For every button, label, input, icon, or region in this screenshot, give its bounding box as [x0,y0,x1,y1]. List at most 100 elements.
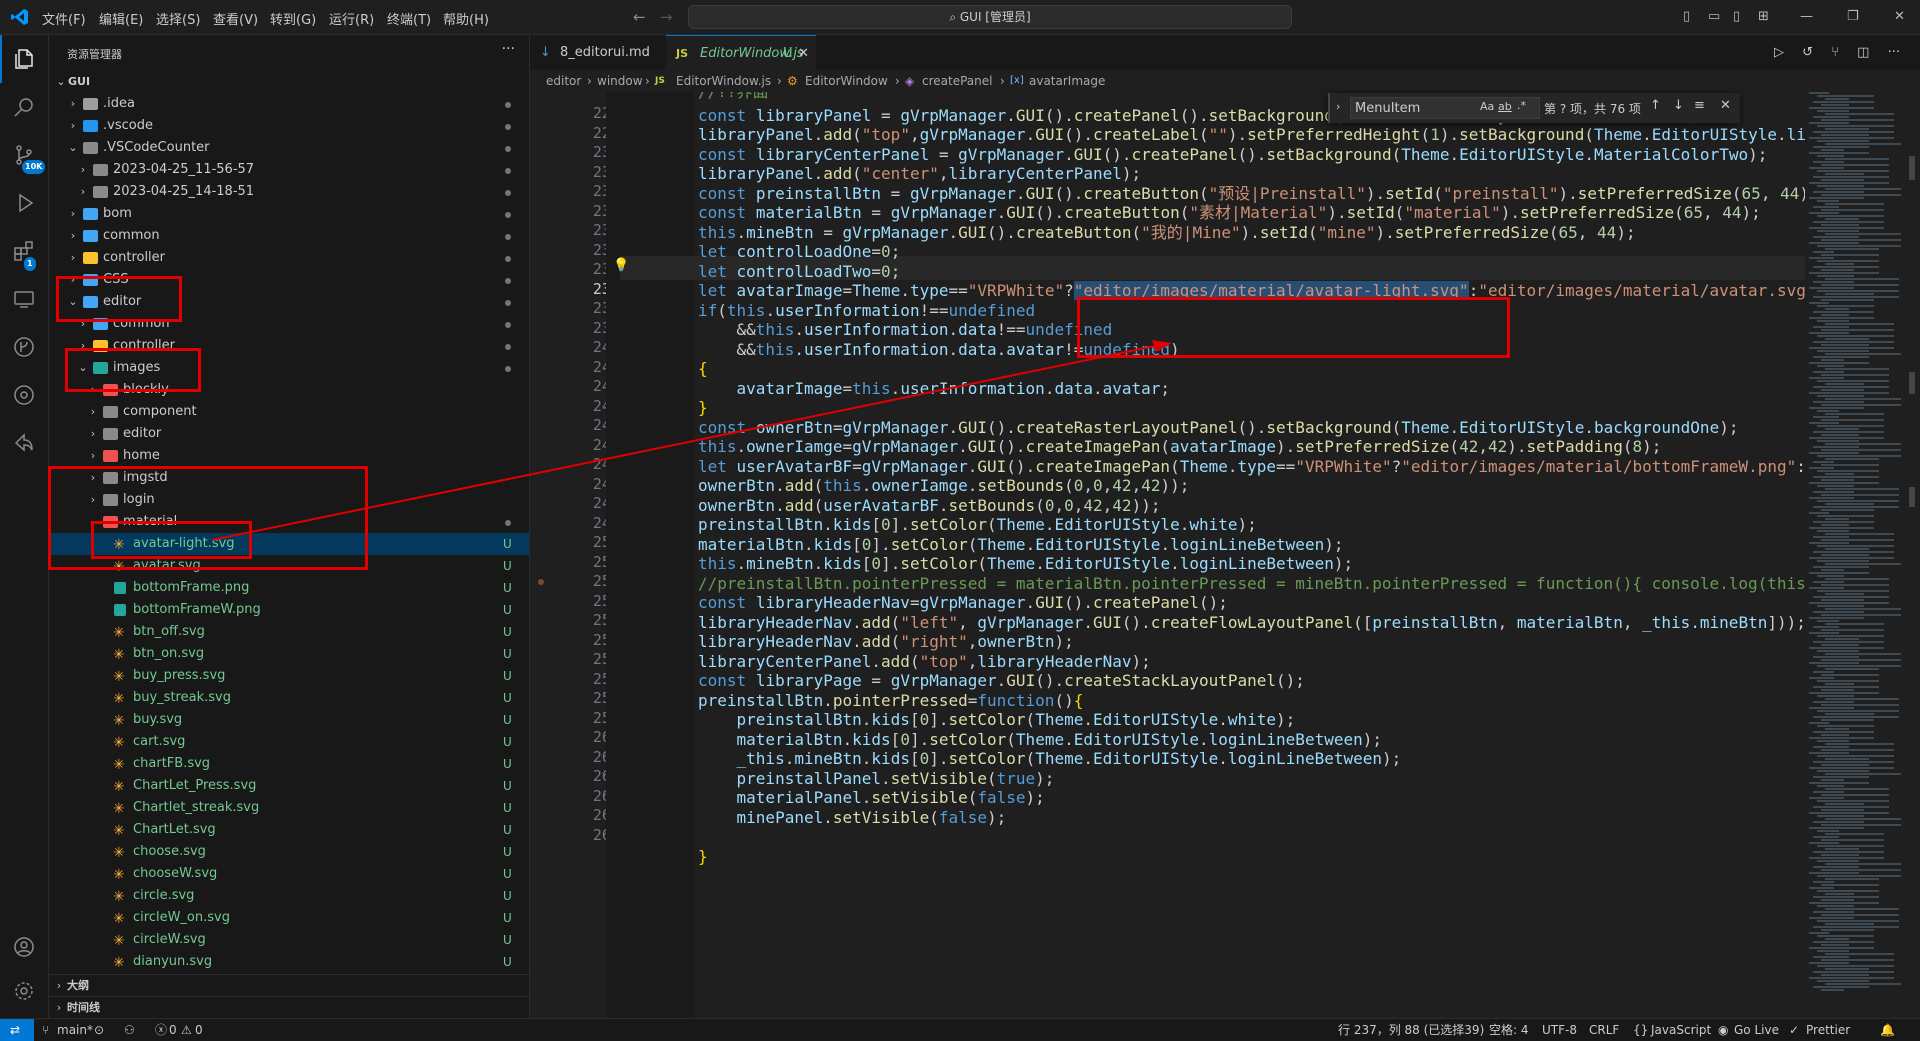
folder-item[interactable]: › editor [49,423,529,445]
tab-editorwindow-js[interactable]: JS EditorWindow.js U ✕ [666,35,816,71]
end-of-line[interactable]: CRLF [1589,1019,1619,1041]
encoding[interactable]: UTF-8 [1542,1019,1577,1041]
menu-selection[interactable]: 选择(S) [156,9,200,28]
warning-count[interactable]: 0 [195,1019,203,1041]
close-find-icon[interactable]: ✕ [1720,98,1731,113]
command-center[interactable]: ⌕ GUI [管理员] [688,5,1292,29]
restore-icon[interactable]: ❐ [1847,9,1859,24]
file-item[interactable]: ✳ Chartlet_streak.svg U [49,797,529,819]
remote-explorer-icon[interactable] [12,287,36,311]
folder-item[interactable]: › .vscode [49,115,529,137]
folder-item[interactable]: ⌄ .VSCodeCounter [49,137,529,159]
folder-item[interactable]: › common [49,313,529,335]
file-item[interactable]: ✳ cart.svg U [49,731,529,753]
folder-item[interactable]: › CSS [49,269,529,291]
go-live-button[interactable]: Go Live [1734,1019,1779,1041]
forward-arrow-icon[interactable]: → [660,8,673,26]
folder-item[interactable]: › blockly [49,379,529,401]
language-mode[interactable]: JavaScript [1651,1019,1711,1041]
folder-item[interactable]: › bom [49,203,529,225]
tab-editorui-md[interactable]: ↓ 8_editorui.md [530,35,665,70]
menu-edit[interactable]: 编辑(E) [99,9,143,28]
toggle-panel-icon[interactable]: ▭ [1708,9,1720,24]
match-case-toggle[interactable]: Aa [1480,100,1494,113]
folder-item[interactable]: ⌄ editor [49,291,529,313]
file-item[interactable]: ✳ avatar-light.svg U [49,533,529,555]
toggle-secondary-sidebar-icon[interactable]: ▯ [1733,9,1740,24]
accounts-icon[interactable] [12,935,36,959]
indentation[interactable]: 空格: 4 [1489,1019,1529,1041]
folder-item[interactable]: › 2023-04-25_11-56-57 [49,159,529,181]
folder-item[interactable]: › component [49,401,529,423]
workspace-root[interactable]: ⌄ GUI [49,71,529,93]
close-window-icon[interactable]: ✕ [1894,9,1905,24]
regex-toggle[interactable]: .* [1517,99,1526,112]
file-item[interactable]: ✳ chartFB.svg U [49,753,529,775]
extension-status-icon[interactable]: ⚇ [124,1019,135,1041]
scrollbar-thumb[interactable] [1909,156,1915,180]
file-item[interactable]: ✳ circleW_on.svg U [49,907,529,929]
notifications-icon[interactable]: 🔔 [1880,1019,1895,1041]
breadcrumb-item[interactable]: avatarImage [1029,70,1105,92]
breadcrumb-item[interactable]: EditorWindow.js [676,70,771,92]
lightbulb-icon[interactable]: 💡 [613,258,629,273]
error-count[interactable]: 0 [169,1019,177,1041]
folder-item[interactable]: ⌄ material [49,511,529,533]
prettier-button[interactable]: Prettier [1806,1019,1850,1041]
folder-item[interactable]: › common [49,225,529,247]
file-item[interactable]: ✳ circleW.svg U [49,929,529,951]
file-item[interactable]: ✳ buy_streak.svg U [49,687,529,709]
breadcrumb-item[interactable]: EditorWindow [805,70,888,92]
menu-run[interactable]: 运行(R) [329,9,374,28]
remote-indicator[interactable]: ⇄ [0,1019,34,1041]
next-match-icon[interactable]: ↓ [1673,98,1684,113]
file-item[interactable]: ✳ circle.svg U [49,885,529,907]
folder-item[interactable]: › login [49,489,529,511]
folder-item[interactable]: › controller [49,335,529,357]
vertical-scrollbar[interactable] [1905,92,1920,1018]
whole-word-toggle[interactable]: ab [1498,100,1512,113]
menu-file[interactable]: 文件(F) [42,9,86,28]
breadcrumb-item[interactable]: window [597,70,643,92]
file-item[interactable]: ✳ avatar.svg U [49,555,529,577]
previous-match-icon[interactable]: ↑ [1650,98,1661,113]
find-in-selection-icon[interactable]: ≡ [1694,98,1705,113]
split-editor-icon[interactable]: ◫ [1857,45,1869,60]
menu-help[interactable]: 帮助(H) [443,9,489,28]
minimap[interactable] [1805,92,1905,1018]
file-item[interactable]: bottomFrame.png U [49,577,529,599]
file-item[interactable]: ✳ buy_press.svg U [49,665,529,687]
settings-gear-icon[interactable] [12,979,36,1003]
sync-icon[interactable]: ⊙ [94,1019,104,1041]
file-item[interactable]: ✳ btn_off.svg U [49,621,529,643]
file-item[interactable]: ✳ choose.svg U [49,841,529,863]
code-editor[interactable]: 2282292302312322332342352362372382392402… [530,92,1805,1018]
timeline-icon[interactable]: ↺ [1802,45,1813,60]
folder-item[interactable]: › home [49,445,529,467]
menu-terminal[interactable]: 终端(T) [387,9,431,28]
file-item[interactable]: ✳ buy.svg U [49,709,529,731]
outline-section[interactable]: › 大纲 [49,974,529,997]
customize-layout-icon[interactable]: ⊞ [1758,9,1769,24]
more-actions-icon[interactable]: ··· [502,41,515,57]
branch-label[interactable]: main* [57,1019,93,1041]
file-item[interactable]: bottomFrameW.png U [49,599,529,621]
menu-view[interactable]: 查看(V) [213,9,258,28]
git-graph-icon[interactable] [12,335,36,359]
file-item[interactable]: ✳ ChartLet.svg U [49,819,529,841]
run-debug-icon[interactable] [12,191,36,215]
folder-item[interactable]: › controller [49,247,529,269]
search-icon[interactable] [12,95,36,119]
toggle-sidebar-icon[interactable]: ▯ [1683,9,1690,24]
back-arrow-icon[interactable]: ← [633,8,646,26]
breadcrumb-item[interactable]: editor [546,70,581,92]
breadcrumb-item[interactable]: createPanel [922,70,992,92]
close-tab-icon[interactable]: ✕ [798,36,809,71]
folder-item[interactable]: › 2023-04-25_14-18-51 [49,181,529,203]
live-share-icon[interactable] [12,431,36,455]
minimize-icon[interactable]: — [1800,9,1813,24]
menu-go[interactable]: 转到(G) [270,9,316,28]
file-item[interactable]: ✳ ChartLet_Press.svg U [49,775,529,797]
folder-item[interactable]: ⌄ images [49,357,529,379]
cursor-position[interactable]: 行 237，列 88 (已选择39) [1338,1019,1484,1041]
